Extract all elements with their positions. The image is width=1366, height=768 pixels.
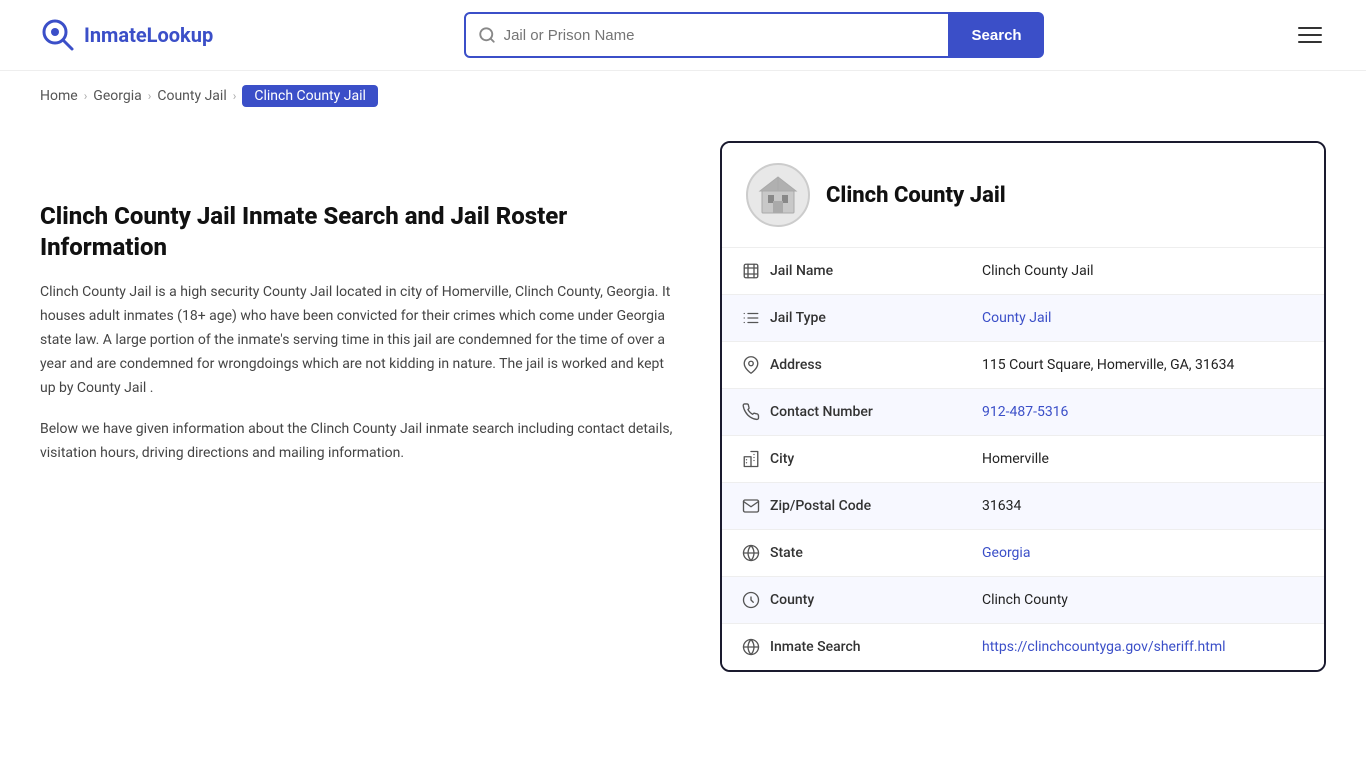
row-value-cell[interactable]: 912-487-5316 xyxy=(962,389,1324,436)
row-label: Address xyxy=(770,357,822,373)
row-value-link[interactable]: County Jail xyxy=(982,310,1051,326)
row-label: Contact Number xyxy=(770,404,873,420)
chevron-icon-1: › xyxy=(84,89,88,103)
breadcrumb-county-jail[interactable]: County Jail xyxy=(157,88,226,104)
table-row: Contact Number 912-487-5316 xyxy=(722,389,1324,436)
breadcrumb: Home › Georgia › County Jail › Clinch Co… xyxy=(0,71,1366,121)
row-value-cell[interactable]: County Jail xyxy=(962,295,1324,342)
table-row: Inmate Search https://clinchcountyga.gov/… xyxy=(722,624,1324,671)
row-label: Inmate Search xyxy=(770,639,861,655)
info-table: Jail Name Clinch County Jail Jail Type Coun… xyxy=(722,247,1324,670)
row-label-cell: Jail Type xyxy=(722,295,962,342)
row-value-cell[interactable]: Georgia xyxy=(962,530,1324,577)
jail-avatar xyxy=(746,163,810,227)
breadcrumb-active: Clinch County Jail xyxy=(242,85,378,107)
breadcrumb-georgia[interactable]: Georgia xyxy=(93,88,141,104)
row-label: Jail Name xyxy=(770,263,833,279)
chevron-icon-3: › xyxy=(233,89,237,103)
hamburger-line-1 xyxy=(1298,27,1322,29)
row-label: Zip/Postal Code xyxy=(770,498,871,514)
description-1: Clinch County Jail is a high security Co… xyxy=(40,281,680,400)
table-row: City Homerville xyxy=(722,436,1324,483)
hamburger-line-2 xyxy=(1298,34,1322,36)
search-area: Search xyxy=(464,12,1044,58)
row-value-cell: Homerville xyxy=(962,436,1324,483)
main-content: Clinch County Jail Inmate Search and Jai… xyxy=(0,121,1366,712)
table-row: Jail Type County Jail xyxy=(722,295,1324,342)
info-card: Clinch County Jail Jail Name Clinch Count… xyxy=(720,141,1326,672)
logo[interactable]: InmateLookup xyxy=(40,17,213,53)
card-title: Clinch County Jail xyxy=(826,183,1006,208)
table-row: County Clinch County xyxy=(722,577,1324,624)
left-column: Clinch County Jail Inmate Search and Jai… xyxy=(40,141,680,672)
table-row: State Georgia xyxy=(722,530,1324,577)
table-row: Zip/Postal Code 31634 xyxy=(722,483,1324,530)
row-value-link[interactable]: https://clinchcountyga.gov/sheriff.html xyxy=(982,639,1226,655)
row-label: County xyxy=(770,592,814,608)
row-label-cell: Contact Number xyxy=(722,389,962,436)
search-wrapper xyxy=(464,12,950,58)
row-label-cell: Zip/Postal Code xyxy=(722,483,962,530)
row-label-cell: Inmate Search xyxy=(722,624,962,671)
row-value-cell[interactable]: https://clinchcountyga.gov/sheriff.html xyxy=(962,624,1324,671)
right-column: Clinch County Jail Jail Name Clinch Count… xyxy=(720,141,1326,672)
row-label-cell: Address xyxy=(722,342,962,389)
row-label: City xyxy=(770,451,794,467)
row-value-cell: 31634 xyxy=(962,483,1324,530)
table-row: Address 115 Court Square, Homerville, GA,… xyxy=(722,342,1324,389)
table-row: Jail Name Clinch County Jail xyxy=(722,248,1324,295)
row-label-cell: Jail Name xyxy=(722,248,962,295)
page-title: Clinch County Jail Inmate Search and Jai… xyxy=(40,201,680,263)
row-value-cell: Clinch County Jail xyxy=(962,248,1324,295)
search-button[interactable]: Search xyxy=(950,12,1044,58)
row-label: Jail Type xyxy=(770,310,826,326)
breadcrumb-home[interactable]: Home xyxy=(40,88,78,104)
hamburger-line-3 xyxy=(1298,41,1322,43)
row-value-cell: 115 Court Square, Homerville, GA, 31634 xyxy=(962,342,1324,389)
row-value-cell: Clinch County xyxy=(962,577,1324,624)
logo-text: InmateLookup xyxy=(84,23,213,47)
row-label-cell: City xyxy=(722,436,962,483)
logo-icon xyxy=(40,17,76,53)
header: InmateLookup Search xyxy=(0,0,1366,71)
description-2: Below we have given information about th… xyxy=(40,418,680,466)
row-label-cell: State xyxy=(722,530,962,577)
card-header: Clinch County Jail xyxy=(722,143,1324,247)
row-value-link[interactable]: 912-487-5316 xyxy=(982,404,1068,420)
search-icon xyxy=(478,26,496,44)
menu-button[interactable] xyxy=(1294,23,1326,47)
chevron-icon-2: › xyxy=(148,89,152,103)
building-icon xyxy=(756,173,800,217)
row-label-cell: County xyxy=(722,577,962,624)
search-input[interactable] xyxy=(504,27,936,44)
row-label: State xyxy=(770,545,803,561)
row-value-link[interactable]: Georgia xyxy=(982,545,1030,561)
